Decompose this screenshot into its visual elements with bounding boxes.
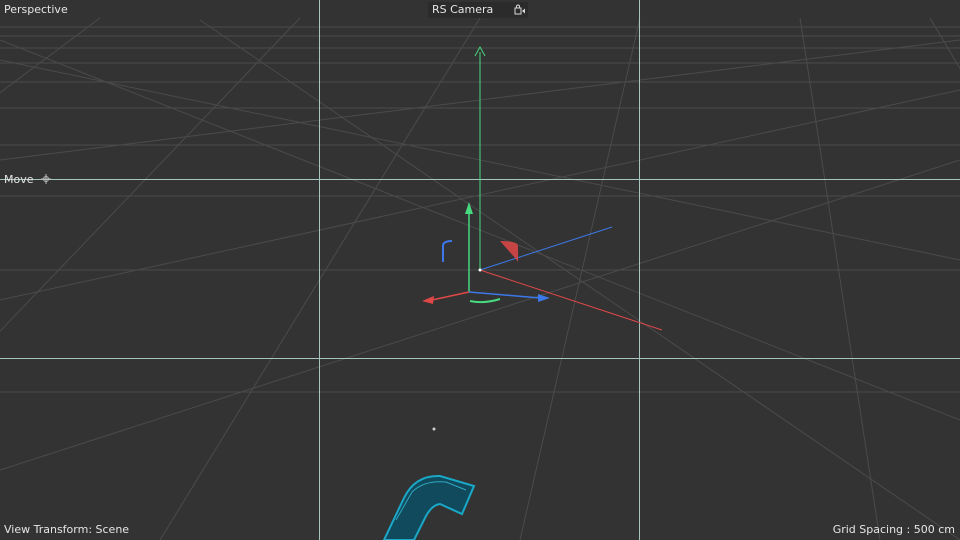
scene-point[interactable] — [432, 427, 436, 431]
viewport-scene[interactable] — [0, 0, 960, 540]
camera-lock-icon[interactable] — [514, 4, 526, 16]
view-name-label[interactable]: Perspective — [4, 3, 68, 17]
move-icon — [41, 174, 51, 184]
active-tool-label: Move — [4, 173, 34, 186]
camera-selector[interactable]: RS Camera — [428, 2, 528, 18]
view-transform-label: View Transform: Scene — [4, 523, 130, 536]
grid-spacing-label: Grid Spacing : 500 cm — [832, 523, 955, 536]
3d-viewport[interactable]: Perspective RS Camera Move View Transfor… — [0, 0, 960, 540]
world-axes — [474, 45, 663, 331]
camera-name: RS Camera — [432, 3, 494, 16]
pipe-object[interactable] — [382, 474, 476, 540]
